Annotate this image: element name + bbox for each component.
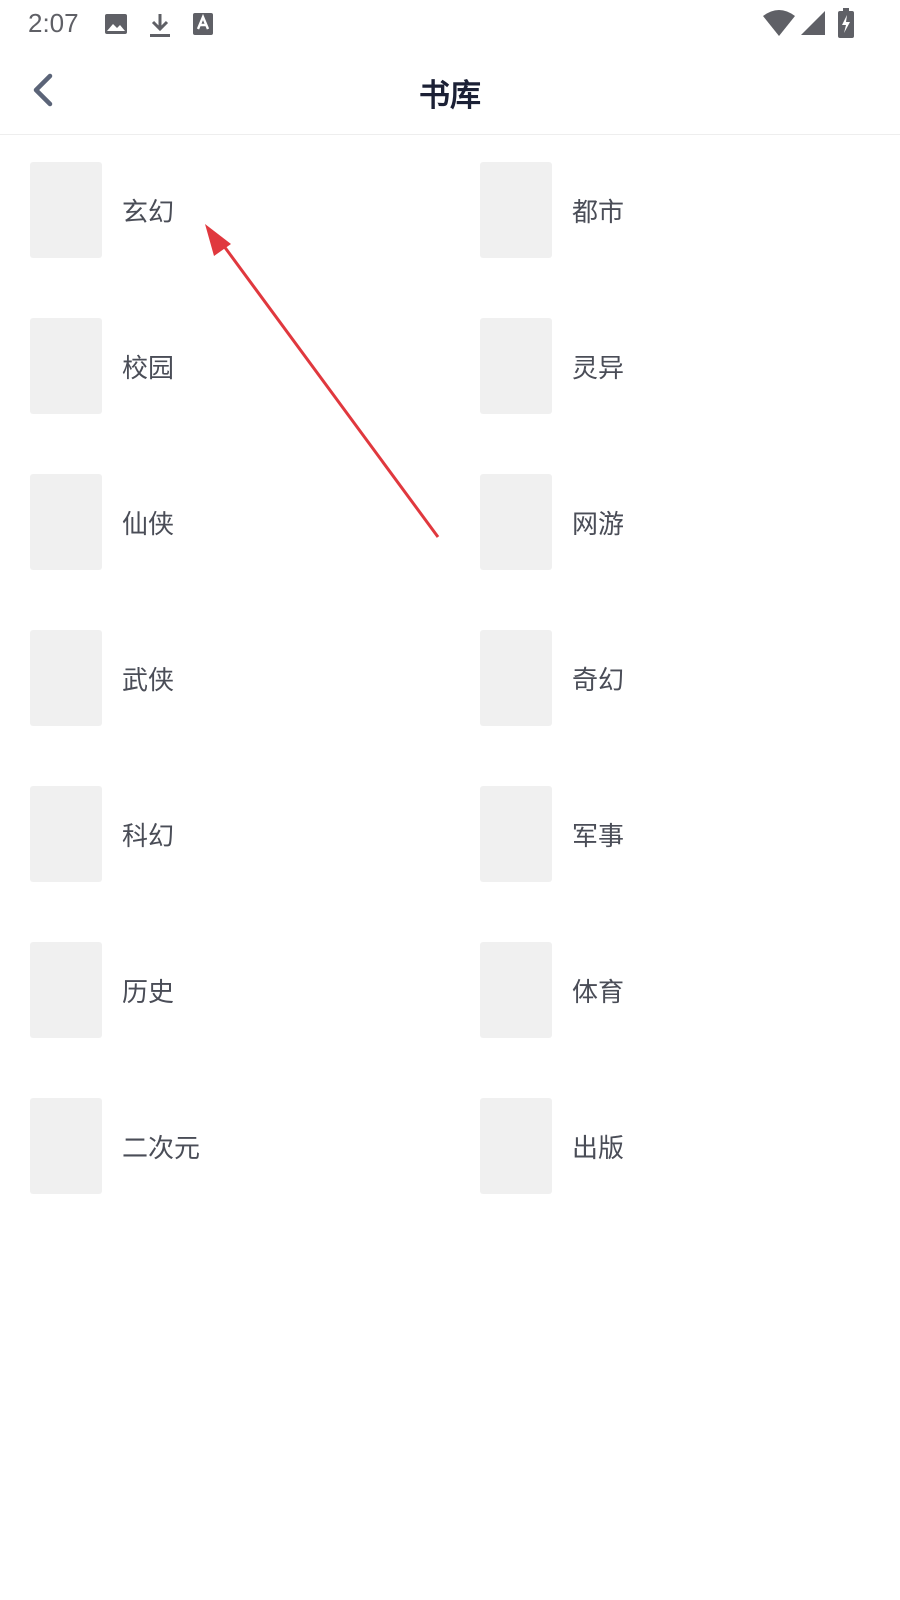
category-cover [480,474,552,570]
category-label: 武侠 [122,666,175,696]
category-cover [480,162,552,258]
category-cover [30,162,102,258]
category-label: 校园 [122,354,175,384]
status-time: 2:07 [28,8,79,38]
category-item[interactable]: 玄幻 [30,162,430,258]
category-label: 灵异 [572,354,625,384]
category-label: 出版 [572,1134,625,1164]
page-title: 书库 [419,78,481,114]
image-icon [104,12,128,40]
category-item[interactable]: 科幻 [30,786,430,882]
category-item[interactable]: 二次元 [30,1098,430,1194]
category-item[interactable]: 武侠 [30,630,430,726]
signal-icon [800,10,826,40]
category-label: 玄幻 [122,198,175,228]
battery-icon [838,8,854,42]
category-cover [30,630,102,726]
download-icon [148,12,172,42]
category-cover [480,318,552,414]
category-item[interactable]: 网游 [480,474,880,570]
category-label: 历史 [122,978,175,1008]
category-cover [30,786,102,882]
text-a-icon [192,12,214,40]
category-label: 都市 [572,198,625,228]
category-cover [30,942,102,1038]
category-cover [30,1098,102,1194]
category-label: 二次元 [122,1134,201,1164]
category-label: 体育 [572,978,625,1008]
category-cover [30,474,102,570]
category-label: 仙侠 [122,510,175,540]
category-item[interactable]: 校园 [30,318,430,414]
category-item[interactable]: 都市 [480,162,880,258]
category-cover [480,786,552,882]
category-item[interactable]: 灵异 [480,318,880,414]
category-label: 科幻 [122,822,175,852]
category-item[interactable]: 体育 [480,942,880,1038]
app-header: 书库 [0,48,900,135]
category-cover [480,942,552,1038]
category-cover [30,318,102,414]
category-item[interactable]: 历史 [30,942,430,1038]
category-label: 军事 [572,822,625,852]
category-item[interactable]: 奇幻 [480,630,880,726]
status-bar: 2:07 [0,0,900,48]
category-label: 网游 [572,510,625,540]
category-cover [480,1098,552,1194]
wifi-icon [762,10,796,42]
category-item[interactable]: 出版 [480,1098,880,1194]
category-label: 奇幻 [572,666,625,696]
category-item[interactable]: 军事 [480,786,880,882]
category-cover [480,630,552,726]
category-item[interactable]: 仙侠 [30,474,430,570]
